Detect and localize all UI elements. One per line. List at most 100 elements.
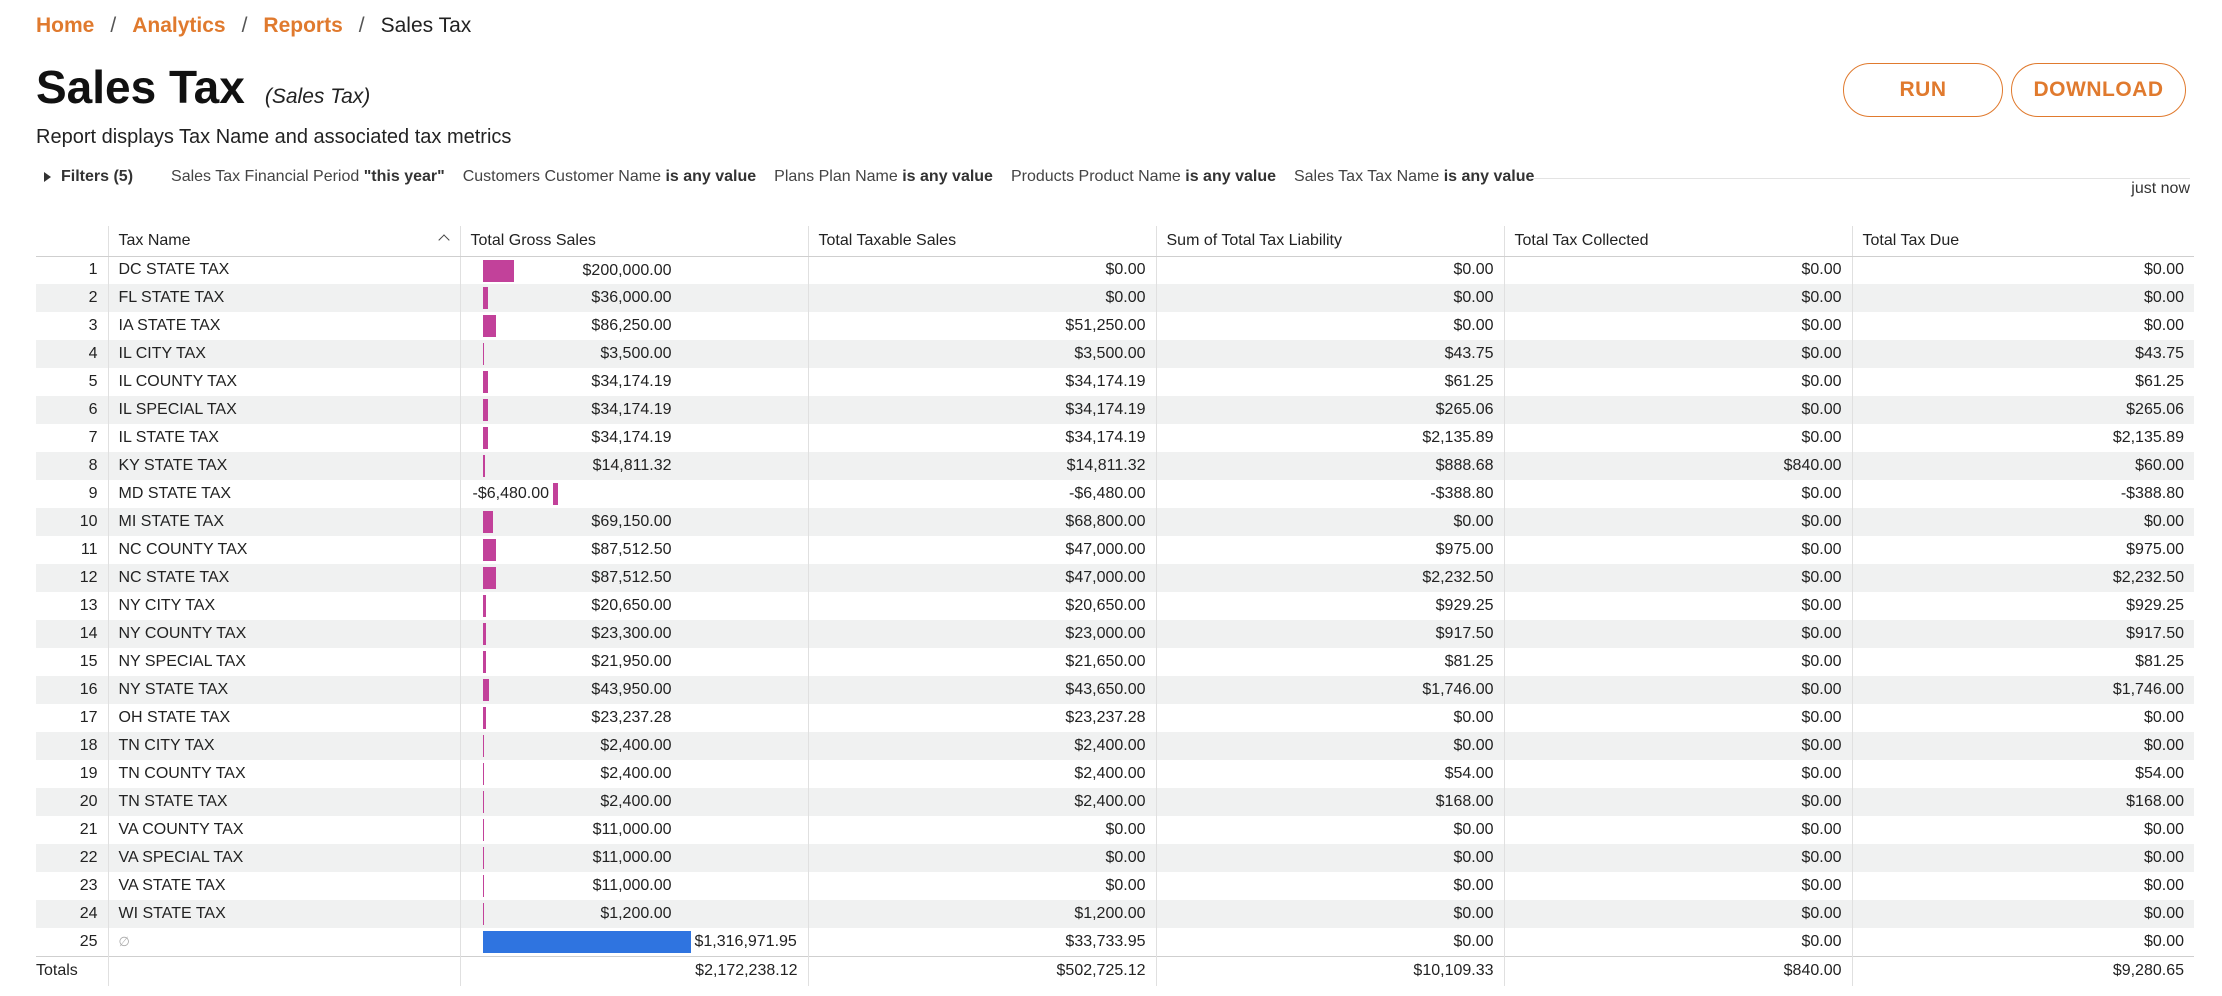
tax-collected-cell: $0.00 <box>1503 620 1852 648</box>
filter-item[interactable]: Products Product Name is any value <box>1011 168 1276 186</box>
tax-liability-cell: $975.00 <box>1155 536 1504 564</box>
gross-sales-bar <box>482 763 484 785</box>
row-number: 7 <box>88 429 98 446</box>
table-row[interactable]: 9 MD STATE TAX -$6,480.00 -$6,480.00 -$388.8… <box>36 480 2194 508</box>
gross-sales-value: $69,150.00 <box>591 513 672 530</box>
gross-sales-cell: -$6,480.00 <box>459 480 808 508</box>
download-button[interactable]: DOWNLOAD <box>2011 63 2186 117</box>
gross-sales-cell: $1,316,971.95 <box>459 928 808 956</box>
tax-collected-cell: $0.00 <box>1503 788 1852 816</box>
filter-value: is any value <box>902 168 993 185</box>
tax-due-cell: $265.06 <box>1851 396 2194 424</box>
gross-sales-value: $11,000.00 <box>592 849 672 866</box>
table-row[interactable]: 25 ∅ $1,316,971.95 $33,733.95 $0.00 $0.00 $0.0… <box>36 928 2194 956</box>
table-row[interactable]: 22 VA SPECIAL TAX $11,000.00 $0.00 $0.00 $0.0… <box>36 844 2194 872</box>
taxable-sales-cell: $43,650.00 <box>807 676 1156 704</box>
taxable-sales-cell: $14,811.32 <box>807 452 1156 480</box>
table-row[interactable]: 18 TN CITY TAX $2,400.00 $2,400.00 $0.00 $0.0… <box>36 732 2194 760</box>
row-number: 25 <box>79 932 98 950</box>
column-header-total-gross-sales[interactable]: Total Gross Sales <box>459 226 808 257</box>
gross-sales-value: $14,811.32 <box>592 457 672 474</box>
column-header-tax-collected[interactable]: Total Tax Collected <box>1503 226 1852 257</box>
tax-due-cell: $2,232.50 <box>1851 564 2194 592</box>
gross-sales-value: $87,512.50 <box>591 569 672 586</box>
tax-collected-cell: $0.00 <box>1503 872 1852 900</box>
filter-label: Plans Plan Name <box>774 168 898 185</box>
table-row[interactable]: 2 FL STATE TAX $36,000.00 $0.00 $0.00 $0.00 $0… <box>36 284 2194 312</box>
gross-sales-bar <box>482 623 487 645</box>
column-header-tax-name[interactable]: Tax Name <box>107 226 460 257</box>
table-row[interactable]: 6 IL SPECIAL TAX $34,174.19 $34,174.19 $265.… <box>36 396 2194 424</box>
gross-sales-bar <box>482 651 486 673</box>
gross-sales-cell: $86,250.00 <box>459 312 808 340</box>
gross-sales-cell: $43,950.00 <box>459 676 808 704</box>
column-header-label: Tax Name <box>118 231 191 249</box>
totals-tax-name <box>107 955 460 986</box>
tax-name-cell: TN STATE TAX <box>107 788 460 816</box>
totals-taxable-sales: $502,725.12 <box>807 955 1156 986</box>
column-header-total-taxable-sales[interactable]: Total Taxable Sales <box>807 226 1156 257</box>
table-row[interactable]: 24 WI STATE TAX $1,200.00 $1,200.00 $0.00 $0.… <box>36 900 2194 928</box>
table-row[interactable]: 23 VA STATE TAX $11,000.00 $0.00 $0.00 $0.00 $… <box>36 872 2194 900</box>
gross-sales-bar <box>482 567 497 589</box>
table-row[interactable]: 17 OH STATE TAX $23,237.28 $23,237.28 $0.00 $… <box>36 704 2194 732</box>
filter-label: Customers Customer Name <box>462 168 661 185</box>
tax-name-cell: TN CITY TAX <box>107 732 460 760</box>
totals-tax-collected: $840.00 <box>1503 955 1852 986</box>
row-number: 21 <box>79 821 98 838</box>
tax-collected-cell: $0.00 <box>1503 900 1852 928</box>
filter-item[interactable]: Customers Customer Name is any value <box>463 168 756 186</box>
tax-collected-cell: $0.00 <box>1503 928 1852 956</box>
gross-sales-bar <box>482 791 484 813</box>
tax-collected-cell: $0.00 <box>1503 732 1852 760</box>
breadcrumb-separator: / <box>110 14 117 37</box>
tax-name-cell: IL STATE TAX <box>107 424 460 452</box>
gross-sales-value: $86,250.00 <box>591 317 672 334</box>
table-row[interactable]: 4 IL CITY TAX $3,500.00 $3,500.00 $43.75 $0.0… <box>36 340 2194 368</box>
tax-collected-cell: $0.00 <box>1503 284 1852 312</box>
table-row[interactable]: 16 NY STATE TAX $43,950.00 $43,650.00 $1,746… <box>36 676 2194 704</box>
tax-liability-cell: $2,232.50 <box>1155 564 1504 592</box>
tax-due-cell: $0.00 <box>1851 900 2194 928</box>
table-row[interactable]: 11 NC COUNTY TAX $87,512.50 $47,000.00 $975.… <box>36 536 2194 564</box>
breadcrumb-analytics[interactable]: Analytics <box>132 14 225 38</box>
table-row[interactable]: 5 IL COUNTY TAX $34,174.19 $34,174.19 $61.25… <box>36 368 2194 396</box>
table-row[interactable]: 15 NY SPECIAL TAX $21,950.00 $21,650.00 $81.… <box>36 648 2194 676</box>
table-row[interactable]: 14 NY COUNTY TAX $23,300.00 $23,000.00 $917.… <box>36 620 2194 648</box>
row-number: 11 <box>80 541 98 558</box>
gross-sales-value: $21,950.00 <box>591 653 672 670</box>
filter-item[interactable]: Sales Tax Tax Name is any value <box>1294 168 1534 186</box>
row-number: 9 <box>88 485 98 502</box>
table-row[interactable]: 1 DC STATE TAX $200,000.00 $0.00 $0.00 $0.00 $… <box>36 256 2194 284</box>
filter-item[interactable]: Sales Tax Financial Period "this year" <box>171 168 445 186</box>
results-table-container: Tax Name Total Gross Sales Total Taxable… <box>36 226 2194 986</box>
filters-toggle[interactable]: Filters (5) <box>44 168 133 186</box>
table-row[interactable]: 19 TN COUNTY TAX $2,400.00 $2,400.00 $54.00 $… <box>36 760 2194 788</box>
table-row[interactable]: 10 MI STATE TAX $69,150.00 $68,800.00 $0.00 $… <box>36 508 2194 536</box>
row-number: 17 <box>79 709 98 726</box>
table-row[interactable]: 8 KY STATE TAX $14,811.32 $14,811.32 $888.68… <box>36 452 2194 480</box>
gross-sales-cell: $87,512.50 <box>459 564 808 592</box>
gross-sales-value: $43,950.00 <box>591 681 672 698</box>
run-button[interactable]: RUN <box>1843 63 2003 117</box>
breadcrumb-home[interactable]: Home <box>36 14 94 38</box>
column-header-tax-liability[interactable]: Sum of Total Tax Liability <box>1155 226 1504 257</box>
column-header-tax-due[interactable]: Total Tax Due <box>1851 226 2194 257</box>
filter-item[interactable]: Plans Plan Name is any value <box>774 168 993 186</box>
breadcrumb-reports[interactable]: Reports <box>263 14 342 38</box>
table-row[interactable]: 7 IL STATE TAX $34,174.19 $34,174.19 $2,135.… <box>36 424 2194 452</box>
table-row[interactable]: 12 NC STATE TAX $87,512.50 $47,000.00 $2,232… <box>36 564 2194 592</box>
sort-ascending-icon[interactable] <box>437 234 450 246</box>
table-row[interactable]: 21 VA COUNTY TAX $11,000.00 $0.00 $0.00 $0.00… <box>36 816 2194 844</box>
table-row[interactable]: 13 NY CITY TAX $20,650.00 $20,650.00 $929.25… <box>36 592 2194 620</box>
table-row[interactable]: 3 IA STATE TAX $86,250.00 $51,250.00 $0.00 $0… <box>36 312 2194 340</box>
filters-bar: Filters (5) Sales Tax Financial Period "… <box>44 168 1552 186</box>
table-row[interactable]: 20 TN STATE TAX $2,400.00 $2,400.00 $168.00 $… <box>36 788 2194 816</box>
gross-sales-cell: $3,500.00 <box>459 340 808 368</box>
tax-liability-cell: $0.00 <box>1155 844 1504 872</box>
tax-collected-cell: $0.00 <box>1503 648 1852 676</box>
filter-label: Products Product Name <box>1010 168 1181 185</box>
tax-liability-cell: $929.25 <box>1155 592 1504 620</box>
tax-name-cell: VA STATE TAX <box>107 872 460 900</box>
gross-sales-bar <box>482 343 484 365</box>
